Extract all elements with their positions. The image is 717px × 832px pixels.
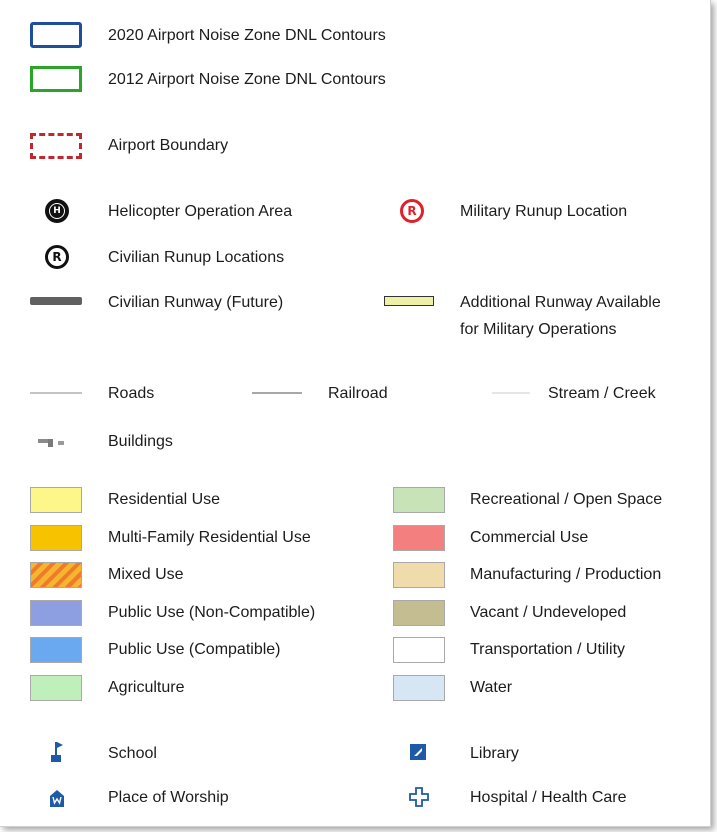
- contour-2020-swatch: [30, 22, 82, 48]
- place-of-worship-label: Place of Worship: [108, 789, 229, 806]
- public-noncompatible-label: Public Use (Non-Compatible): [108, 604, 316, 621]
- public-compatible-label: Public Use (Compatible): [108, 641, 281, 658]
- transportation-label: Transportation / Utility: [470, 641, 626, 658]
- civilian-runup-label: Civilian Runup Locations: [108, 249, 285, 266]
- stream-label: Stream / Creek: [548, 385, 656, 402]
- military-runup-label: Military Runup Location: [460, 203, 628, 220]
- contour-2012-swatch: [30, 66, 82, 92]
- water-swatch: [393, 675, 445, 701]
- contour-2020-label: 2020 Airport Noise Zone DNL Contours: [108, 27, 386, 44]
- recreational-swatch: [393, 487, 445, 513]
- mixed-use-label: Mixed Use: [108, 566, 184, 583]
- helicopter-label: Helicopter Operation Area: [108, 203, 293, 220]
- airport-boundary-swatch: [30, 133, 82, 159]
- civilian-runup-icon: R: [45, 245, 69, 269]
- place-of-worship-icon: [47, 788, 67, 808]
- library-icon: [409, 743, 427, 761]
- railroad-label: Railroad: [328, 385, 388, 402]
- buildings-icon: [38, 435, 78, 447]
- manufacturing-label: Manufacturing / Production: [470, 566, 662, 583]
- agriculture-label: Agriculture: [108, 679, 185, 696]
- commercial-label: Commercial Use: [470, 529, 589, 546]
- transportation-swatch: [393, 637, 445, 663]
- airport-boundary-label: Airport Boundary: [108, 137, 229, 154]
- residential-swatch: [30, 487, 82, 513]
- roads-label: Roads: [108, 385, 155, 402]
- civilian-runway-label: Civilian Runway (Future): [108, 294, 284, 311]
- public-compatible-swatch: [30, 637, 82, 663]
- map-legend: 2020 Airport Noise Zone DNL Contours 201…: [0, 0, 711, 827]
- multi-family-swatch: [30, 525, 82, 551]
- multi-family-label: Multi-Family Residential Use: [108, 529, 311, 546]
- school-icon: [48, 740, 66, 764]
- school-label: School: [108, 745, 157, 762]
- helicopter-icon: H: [45, 199, 69, 223]
- recreational-label: Recreational / Open Space: [470, 491, 663, 508]
- railroad-line: [252, 392, 302, 394]
- stream-line: [492, 392, 530, 394]
- mixed-use-swatch: [30, 562, 82, 588]
- civilian-runway-swatch: [30, 297, 82, 305]
- commercial-swatch: [393, 525, 445, 551]
- public-noncompatible-swatch: [30, 600, 82, 626]
- additional-runway-label-2: for Military Operations: [460, 321, 617, 338]
- additional-runway-swatch: [384, 296, 434, 306]
- additional-runway-label-1: Additional Runway Available: [460, 294, 661, 311]
- buildings-label: Buildings: [108, 433, 173, 450]
- hospital-icon: [408, 786, 430, 808]
- library-label: Library: [470, 745, 519, 762]
- military-runup-icon: R: [400, 199, 424, 223]
- contour-2012-label: 2012 Airport Noise Zone DNL Contours: [108, 71, 386, 88]
- manufacturing-swatch: [393, 562, 445, 588]
- residential-label: Residential Use: [108, 491, 221, 508]
- agriculture-swatch: [30, 675, 82, 701]
- hospital-label: Hospital / Health Care: [470, 789, 627, 806]
- vacant-label: Vacant / Undeveloped: [470, 604, 627, 621]
- roads-line: [30, 392, 82, 394]
- vacant-swatch: [393, 600, 445, 626]
- water-label: Water: [470, 679, 513, 696]
